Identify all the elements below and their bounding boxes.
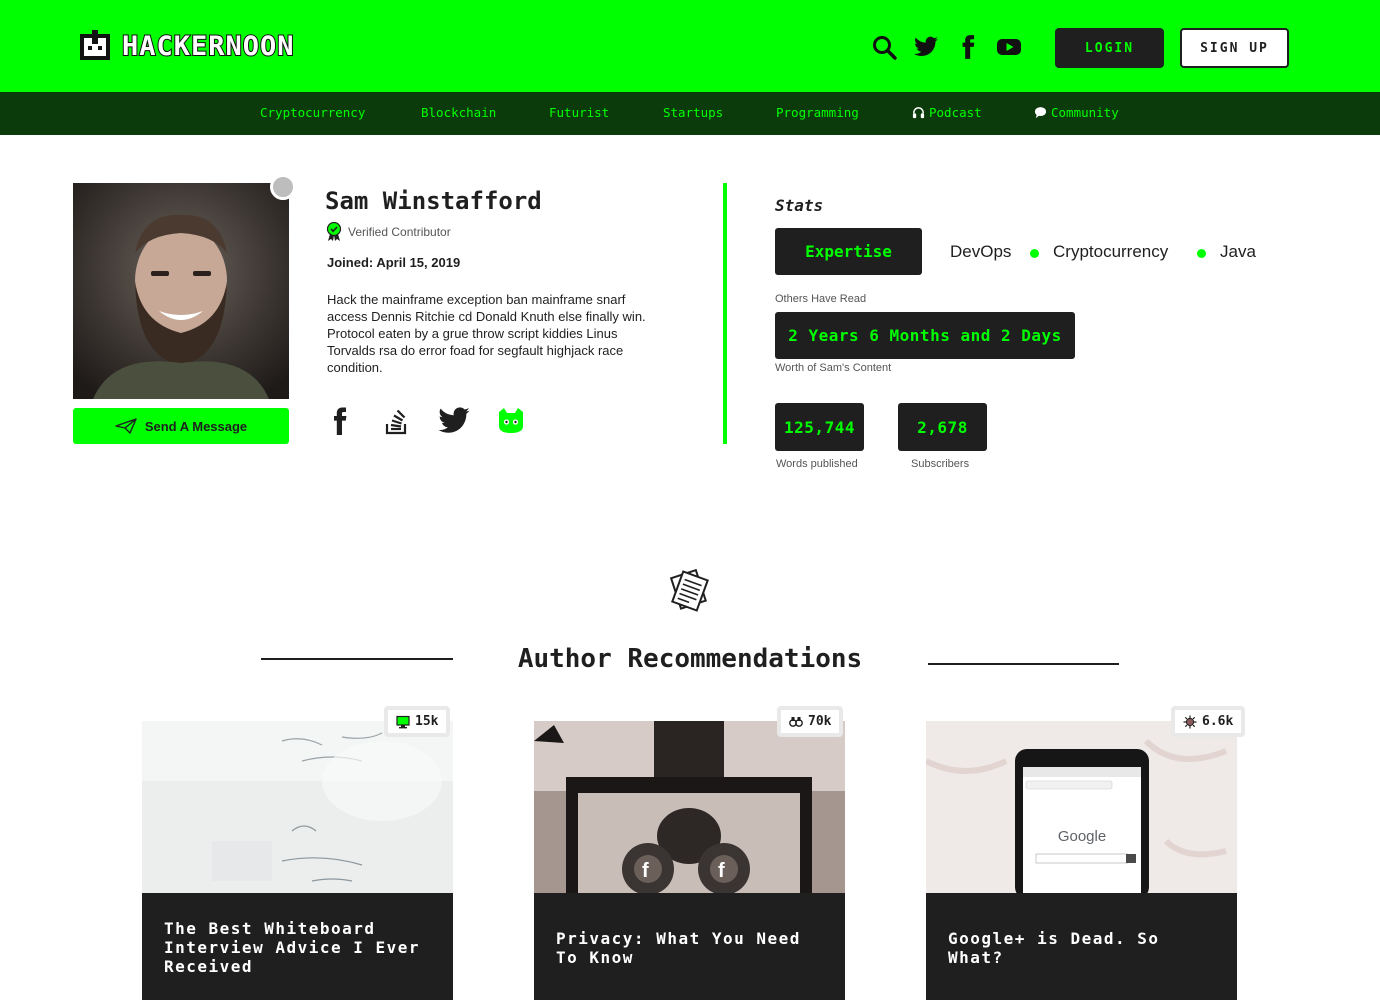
author-bio: Hack the mainframe exception ban mainfra… (327, 292, 646, 375)
virus-icon (1183, 715, 1197, 728)
author-name: Sam Winstafford (325, 187, 542, 215)
svg-text:Google: Google (1058, 828, 1106, 845)
tag-separator-dot (1197, 249, 1206, 258)
card-title: The Best Whiteboard Interview Advice I E… (164, 919, 421, 976)
expertise-label: Expertise (775, 228, 922, 275)
joined-date: Joined: April 15, 2019 (327, 255, 461, 270)
monitor-icon (396, 715, 410, 728)
category-nav: Cryptocurrency Blockchain Futurist Start… (0, 92, 1380, 135)
nav-item-podcast[interactable]: Podcast (912, 105, 982, 120)
card-image (142, 721, 453, 893)
nav-item-startups[interactable]: Startups (663, 105, 723, 120)
card-body: Google+ is Dead. So What? (926, 893, 1237, 1000)
signup-button[interactable]: SIGN UP (1180, 28, 1289, 68)
subscribers-value: 2,678 (898, 403, 987, 451)
facebook-icon[interactable] (323, 404, 357, 438)
youtube-icon[interactable] (996, 34, 1022, 60)
svg-text:f: f (642, 860, 649, 882)
github-icon[interactable] (494, 404, 528, 438)
stats-title: Stats (775, 196, 824, 215)
card-body: Privacy: What You Need To Know (534, 893, 845, 1000)
twitter-icon[interactable] (913, 34, 939, 60)
chat-icon (1034, 107, 1047, 119)
documents-icon (669, 568, 709, 612)
card-body: The Best Whiteboard Interview Advice I E… (142, 893, 453, 1000)
profile-divider (723, 183, 727, 444)
search-icon[interactable] (871, 34, 897, 60)
recommendation-card[interactable]: The Best Whiteboard Interview Advice I E… (142, 721, 453, 1000)
words-published-value: 125,744 (775, 403, 864, 451)
nav-item-programming[interactable]: Programming (776, 105, 859, 120)
send-message-label: Send A Message (144, 418, 248, 434)
card-view-count: 15k (415, 714, 439, 729)
svg-text:f: f (718, 860, 725, 882)
nav-item-community[interactable]: Community (1034, 105, 1119, 120)
top-header: HACKERNOON LOGIN SIGN UP (0, 0, 1380, 92)
words-published-label: Words published (776, 458, 858, 470)
nav-item-cryptocurrency[interactable]: Cryptocurrency (260, 105, 365, 120)
content-worth-value: 2 Years 6 Months and 2 Days (775, 312, 1075, 359)
recommendations-title: Author Recommendations (517, 644, 863, 674)
card-title: Google+ is Dead. So What? (948, 929, 1160, 967)
paper-plane-icon (115, 418, 137, 434)
verified-label: Verified Contributor (348, 225, 451, 239)
verified-contributor: Verified Contributor (326, 222, 451, 242)
nav-item-label: Podcast (929, 105, 982, 120)
hackernoon-logo[interactable]: HACKERNOON (76, 28, 295, 64)
tag-separator-dot (1030, 249, 1039, 258)
card-view-badge: 15k (384, 706, 451, 737)
card-view-badge: 6.6k (1171, 706, 1246, 737)
recommendation-card[interactable]: f f Privacy: What You Need To Know (534, 721, 845, 1000)
nav-item-futurist[interactable]: Futurist (549, 105, 609, 120)
verified-badge-icon (326, 222, 342, 241)
card-image: Google (926, 721, 1237, 893)
title-rule-right (928, 663, 1119, 665)
nav-item-blockchain[interactable]: Blockchain (421, 105, 496, 120)
card-view-badge: 70k (777, 706, 844, 737)
online-status-dot (270, 174, 296, 200)
stackoverflow-icon[interactable] (380, 404, 414, 438)
logo-text: HACKERNOON (121, 30, 295, 63)
author-avatar (73, 183, 289, 399)
binoculars-icon (789, 716, 803, 727)
expertise-tag-devops[interactable]: DevOps (950, 242, 1011, 262)
card-view-count: 70k (808, 714, 832, 729)
recommendation-card[interactable]: Google Google+ is Dead. So What? (926, 721, 1237, 1000)
subscribers-label: Subscribers (911, 458, 970, 470)
twitter-icon[interactable] (437, 404, 471, 438)
card-title: Privacy: What You Need To Know (556, 929, 801, 967)
login-button[interactable]: LOGIN (1055, 28, 1164, 68)
nav-item-label: Community (1051, 105, 1119, 120)
card-image: f f (534, 721, 845, 893)
avatar-photo (73, 183, 289, 399)
expertise-tag-java[interactable]: Java (1220, 242, 1256, 262)
logo-mark-icon (80, 30, 110, 60)
send-message-button[interactable]: Send A Message (73, 408, 289, 444)
card-view-count: 6.6k (1202, 714, 1234, 729)
headphones-icon (912, 107, 925, 119)
facebook-icon[interactable] (955, 34, 981, 60)
content-worth-caption: Worth of Sam's Content (775, 362, 892, 374)
others-have-read-label: Others Have Read (775, 293, 867, 305)
expertise-tag-cryptocurrency[interactable]: Cryptocurrency (1053, 242, 1168, 262)
